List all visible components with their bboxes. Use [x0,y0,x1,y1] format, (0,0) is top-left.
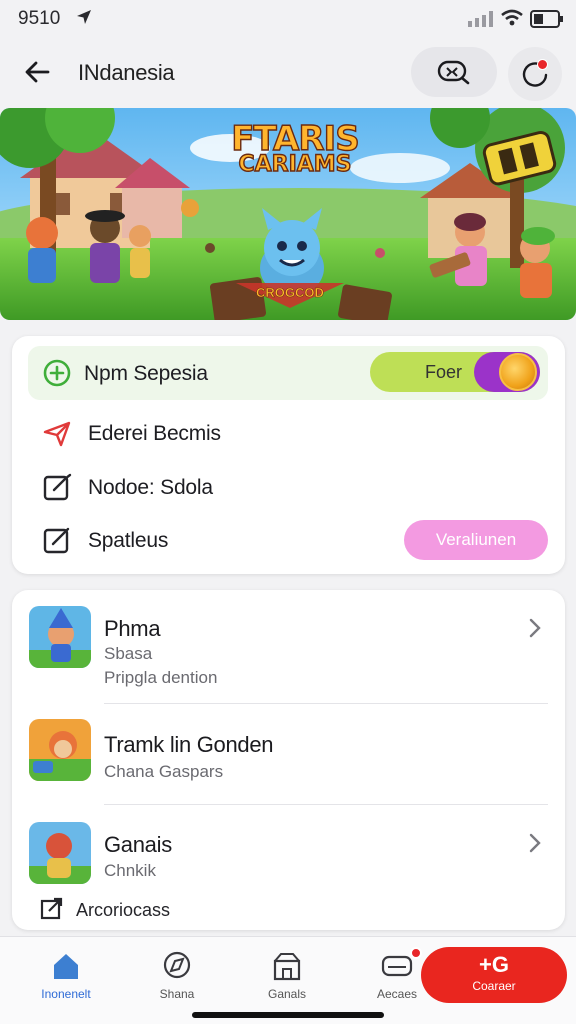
setting-label-3[interactable]: Nodoe: Sdola [88,476,213,500]
verify-button[interactable]: Veraliunen [404,520,548,560]
logo-line-1: FTARIS [231,119,361,159]
chat-icon [381,955,413,977]
bottom-navigation: Inonenelt Shana Ganals Aecaes +G Coaraer [0,936,576,1024]
chevron-right-icon [529,618,541,638]
plus-circle-icon [43,359,71,387]
wifi-icon [501,9,523,26]
promo-banner[interactable]: FTARIS CARIAMS CROGCOD [0,108,576,320]
search-icon [437,60,470,85]
primary-cta-button[interactable]: +G Coaraer [421,947,567,1003]
notification-dot [537,59,548,70]
page-title: INdanesia [78,60,175,85]
cta-label: Coaraer [472,979,516,993]
game-title: Tramk lin Gonden [104,732,274,757]
nav-label: Inonenelt [41,987,91,1001]
coin-knob-icon [499,353,537,391]
setting-label-4[interactable]: Spatleus [88,529,168,553]
signal-icon [468,11,493,27]
cta-icon-text: +G [479,952,509,977]
map-icon [163,951,191,979]
logo-line-2: CARIAMS [238,152,352,177]
list-item[interactable]: Ganais Chnkik [12,805,565,895]
nav-item-map[interactable]: Shana [132,947,222,1007]
external-link-icon [40,897,63,920]
back-arrow-icon[interactable] [20,56,56,88]
home-icon [54,954,78,979]
feature-toggle[interactable]: Foer [370,352,540,392]
notification-button[interactable] [508,47,562,101]
game-subtitle: Sbasa [104,644,153,663]
game-logo: FTARIS CARIAMS [230,119,361,177]
more-games-link[interactable]: Arcoriocass [76,900,170,921]
nav-item-home[interactable]: Inonenelt [21,947,111,1007]
home-indicator[interactable] [192,1012,384,1018]
game-thumbnail [29,719,91,781]
nav-item-store[interactable]: Ganals [242,947,332,1007]
status-bar: 9510 [0,0,576,36]
game-thumbnail [29,606,91,668]
location-arrow-icon [77,10,91,24]
game-title: Phma [104,616,161,641]
nav-label: Shana [159,987,195,1001]
edit-box-icon [43,473,72,501]
setting-label-2[interactable]: Ederei Becmis [88,422,221,446]
nav-label: Ganals [267,987,307,1001]
store-icon [273,953,301,981]
edit-box-icon [43,527,70,554]
toggle-label: Foer [425,362,463,382]
list-item[interactable]: Phma Sbasa Pripgla dention [12,590,565,702]
settings-card: Npm Sepesia Foer Ederei Becmis Nodoe: Sd… [12,336,565,574]
paper-plane-icon [43,421,71,447]
games-list-card: Phma Sbasa Pripgla dention Tramk lin Gon… [12,590,565,930]
list-item[interactable]: Tramk lin Gonden Chana Gaspars [12,704,565,804]
battery-icon [530,10,563,28]
setting-label-1: Npm Sepesia [84,362,208,385]
status-time: 9510 [18,8,61,29]
game-title: Ganais [104,832,172,857]
search-button[interactable] [411,47,497,97]
game-description: Pripgla dention [104,668,218,687]
game-thumbnail [29,822,91,884]
chevron-right-icon [529,833,541,853]
game-subtitle: Chana Gaspars [104,762,224,781]
app-header: INdanesia [0,44,576,101]
banner-caption: CROGCOD [256,285,324,301]
game-subtitle: Chnkik [104,861,156,880]
